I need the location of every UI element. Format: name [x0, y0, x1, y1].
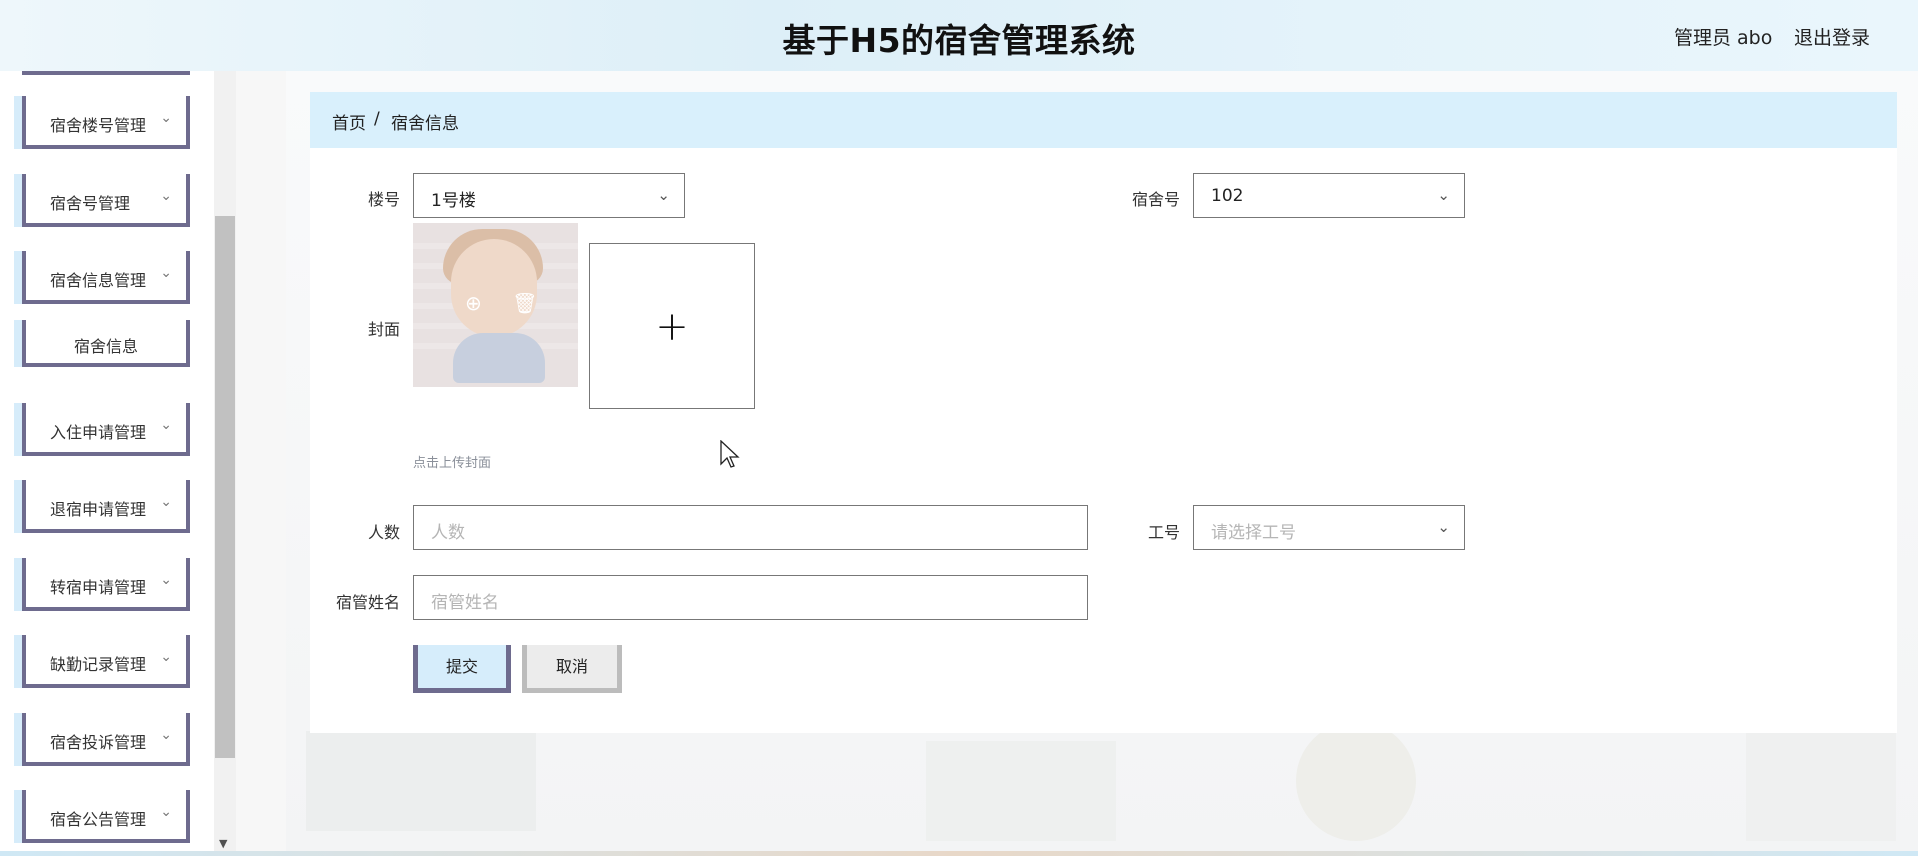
admin-user-label: 管理员 abo — [1674, 27, 1773, 49]
sidebar-item-dorm-info-management[interactable]: 宿舍信息管理 ⌄ — [22, 251, 190, 304]
staff-id-label: 工号 — [1147, 523, 1180, 542]
room-select-value: 102 — [1211, 186, 1244, 206]
building-label: 楼号 — [367, 190, 400, 209]
breadcrumb-separator: / — [374, 109, 380, 129]
count-label: 人数 — [367, 523, 400, 542]
staff-id-placeholder: 请选择工号 — [1211, 523, 1296, 543]
count-input[interactable]: 人数 — [413, 505, 1088, 550]
sidebar-item-label: 宿舍信息管理 — [50, 271, 147, 290]
sidebar-item-label: 宿舍号管理 — [50, 194, 131, 213]
mouse-cursor-icon — [720, 440, 740, 468]
count-placeholder: 人数 — [431, 523, 465, 543]
sidebar-item-checkout-management[interactable]: 退宿申请管理 ⌄ — [22, 480, 190, 533]
logout-link[interactable]: 退出登录 — [1794, 23, 1870, 50]
chevron-down-icon: ⌄ — [1437, 518, 1450, 536]
sidebar-item-label: 宿舍楼号管理 — [50, 116, 147, 135]
staff-id-select[interactable]: 请选择工号 ⌄ — [1193, 505, 1465, 550]
room-label: 宿舍号 — [1131, 190, 1180, 209]
chevron-down-icon: ⌄ — [160, 572, 172, 588]
background-decoration — [926, 741, 1116, 841]
chevron-down-icon: ⌄ — [160, 188, 172, 204]
background-decoration — [1296, 721, 1416, 841]
chevron-down-icon: ⌄ — [160, 265, 172, 281]
upload-cover-button[interactable]: + — [589, 243, 755, 409]
sidebar-item-complaint-management[interactable]: 宿舍投诉管理 ⌄ — [22, 713, 190, 766]
chevron-down-icon: ⌄ — [160, 649, 172, 665]
sidebar-item-transfer-management[interactable]: 转宿申请管理 ⌄ — [22, 558, 190, 611]
top-header: 基于H5的宿舍管理系统 管理员 abo 退出登录 — [0, 0, 1918, 71]
chevron-down-icon: ⌄ — [160, 804, 172, 820]
sidebar-item-label: 转宿申请管理 — [50, 578, 147, 597]
cancel-button[interactable]: 取消 — [522, 645, 622, 693]
chevron-down-icon: ⌄ — [160, 494, 172, 510]
plus-icon: + — [655, 304, 689, 350]
sidebar-item-label: 缺勤记录管理 — [50, 655, 147, 674]
cover-image-thumbnail[interactable]: ⊕ 🗑 — [413, 223, 578, 387]
building-select-value: 1号楼 — [431, 191, 476, 211]
chevron-down-icon: ⌄ — [160, 417, 172, 433]
sidebar-item-label: 入住申请管理 — [50, 423, 147, 442]
sidebar-item-notice-management[interactable]: 宿舍公告管理 ⌄ — [22, 790, 190, 843]
cover-label: 封面 — [367, 320, 400, 339]
breadcrumb-home[interactable]: 首页 — [332, 109, 366, 134]
chevron-down-icon: ⌄ — [657, 186, 670, 204]
preview-delete-icon[interactable]: ⊕ 🗑 — [465, 291, 550, 315]
sidebar-item-label: 宿舍投诉管理 — [50, 733, 147, 752]
sidebar-subitem-dorm-info[interactable]: 宿舍信息 — [22, 320, 190, 367]
background-decoration — [1746, 731, 1896, 841]
sidebar-item-label: 退宿申请管理 — [50, 500, 147, 519]
manager-name-input[interactable]: 宿管姓名 — [413, 575, 1088, 620]
sidebar-item-label: 宿舍公告管理 — [50, 810, 147, 829]
background-decoration — [306, 731, 536, 831]
sidebar-item-building-management[interactable]: 宿舍楼号管理 ⌄ — [22, 96, 190, 149]
scrollbar-thumb[interactable] — [215, 216, 235, 758]
upload-hint: 点击上传封面 — [413, 456, 492, 471]
chevron-down-icon: ⌄ — [160, 727, 172, 743]
sidebar-scrollbar[interactable]: ▼ — [214, 71, 236, 856]
manager-name-placeholder: 宿管姓名 — [431, 593, 499, 613]
scroll-down-arrow-icon[interactable]: ▼ — [219, 837, 227, 850]
gutter — [236, 71, 286, 856]
app-title: 基于H5的宿舍管理系统 — [782, 21, 1136, 60]
breadcrumb: 首页 / 宿舍信息 — [310, 92, 1897, 148]
sidebar-item-absence-management[interactable]: 缺勤记录管理 ⌄ — [22, 635, 190, 688]
bottom-border — [0, 851, 1918, 856]
breadcrumb-current: 宿舍信息 — [391, 114, 459, 134]
sidebar-top-border — [22, 71, 190, 75]
room-select[interactable]: 102 ⌄ — [1193, 173, 1465, 218]
submit-button[interactable]: 提交 — [413, 645, 511, 693]
sidebar-item-room-management[interactable]: 宿舍号管理 ⌄ — [22, 174, 190, 227]
manager-name-label: 宿管姓名 — [335, 593, 400, 612]
sidebar-item-label: 宿舍信息 — [73, 337, 138, 356]
chevron-down-icon: ⌄ — [1437, 186, 1450, 204]
sidebar-item-checkin-management[interactable]: 入住申请管理 ⌄ — [22, 403, 190, 456]
chevron-down-icon: ⌄ — [160, 110, 172, 126]
building-select[interactable]: 1号楼 ⌄ — [413, 173, 685, 218]
